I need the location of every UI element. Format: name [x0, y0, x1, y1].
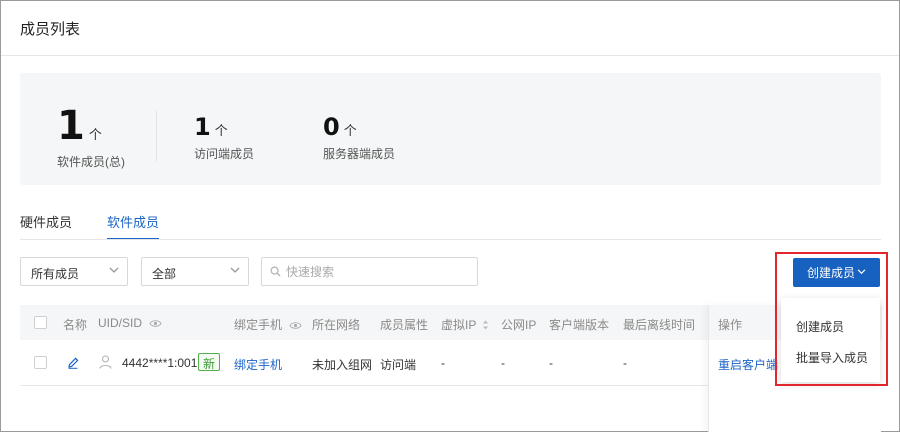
column-header: 虚拟IP — [441, 316, 489, 333]
edit-icon[interactable] — [67, 356, 79, 369]
stat-unit: 个 — [88, 127, 102, 142]
stat-value: 0 — [323, 113, 340, 141]
bind-phone-link[interactable]: 绑定手机 — [234, 356, 282, 373]
member-scope-value: 所有成员 — [31, 267, 80, 281]
column-header: UID/SID — [98, 316, 162, 330]
stat-software-total: 1个 软件成员(总) — [57, 103, 125, 170]
sort-icon[interactable] — [482, 320, 489, 330]
network-value: 未加入组网 — [312, 358, 373, 372]
row-divider — [20, 385, 710, 386]
stat-unit: 个 — [214, 123, 228, 138]
virtual-ip-value: - — [441, 356, 445, 370]
tab-hardware-members[interactable]: 硬件成员 — [20, 212, 72, 240]
select-all-checkbox[interactable] — [34, 316, 47, 329]
row-checkbox[interactable] — [34, 356, 47, 369]
eye-icon[interactable] — [149, 319, 162, 328]
stat-unit: 个 — [343, 123, 357, 138]
eye-icon[interactable] — [289, 321, 302, 330]
restart-client-link[interactable]: 重启客户端 — [718, 356, 778, 373]
stat-value: 1 — [57, 103, 85, 149]
stat-server-members: 0个 服务器端成员 — [323, 113, 395, 162]
stat-label: 访问端成员 — [194, 147, 255, 161]
attribute-value: 全部 — [152, 267, 177, 281]
client-version-value: - — [549, 356, 553, 370]
search-icon — [270, 266, 281, 277]
chevron-down-icon — [109, 267, 119, 273]
uid-value: 4442****1:001 — [122, 356, 198, 370]
column-header: 绑定手机 — [234, 316, 302, 333]
user-icon — [99, 355, 112, 369]
attribute-value: 访问端 — [380, 358, 417, 372]
stat-label: 软件成员(总) — [57, 155, 125, 169]
column-header: 名称 — [63, 318, 88, 332]
table-row: 4442****1:001 新 绑定手机 未加入组网 访问端 - - - - — [20, 340, 710, 386]
tabs-divider — [20, 239, 881, 240]
tab-software-members[interactable]: 软件成员 — [107, 212, 160, 240]
page-title: 成员列表 — [20, 21, 81, 38]
public-ip-value: - — [501, 356, 505, 370]
search-box — [261, 257, 478, 286]
member-scope-select[interactable]: 所有成员 — [20, 257, 128, 286]
stat-divider — [156, 111, 157, 161]
stats-panel: 1个 软件成员(总) 1个 访问端成员 0个 服务器端成员 — [20, 73, 881, 185]
new-badge: 新 — [198, 353, 221, 371]
column-header: 成员属性 — [380, 318, 429, 332]
attribute-select[interactable]: 全部 — [141, 257, 249, 286]
search-input[interactable] — [286, 263, 466, 281]
highlight-annotation — [775, 252, 888, 386]
column-header: 公网IP — [501, 318, 537, 332]
column-header: 所在网络 — [312, 318, 361, 332]
column-header: 操作 — [718, 318, 743, 332]
column-header: 最后离线时间 — [623, 318, 696, 332]
stat-label: 服务器端成员 — [323, 147, 396, 161]
last-offline-value: - — [623, 356, 627, 370]
column-header: 客户端版本 — [549, 318, 610, 332]
stat-access-members: 1个 访问端成员 — [194, 113, 254, 162]
divider — [1, 55, 899, 56]
stat-value: 1 — [194, 113, 211, 141]
chevron-down-icon — [230, 267, 240, 273]
